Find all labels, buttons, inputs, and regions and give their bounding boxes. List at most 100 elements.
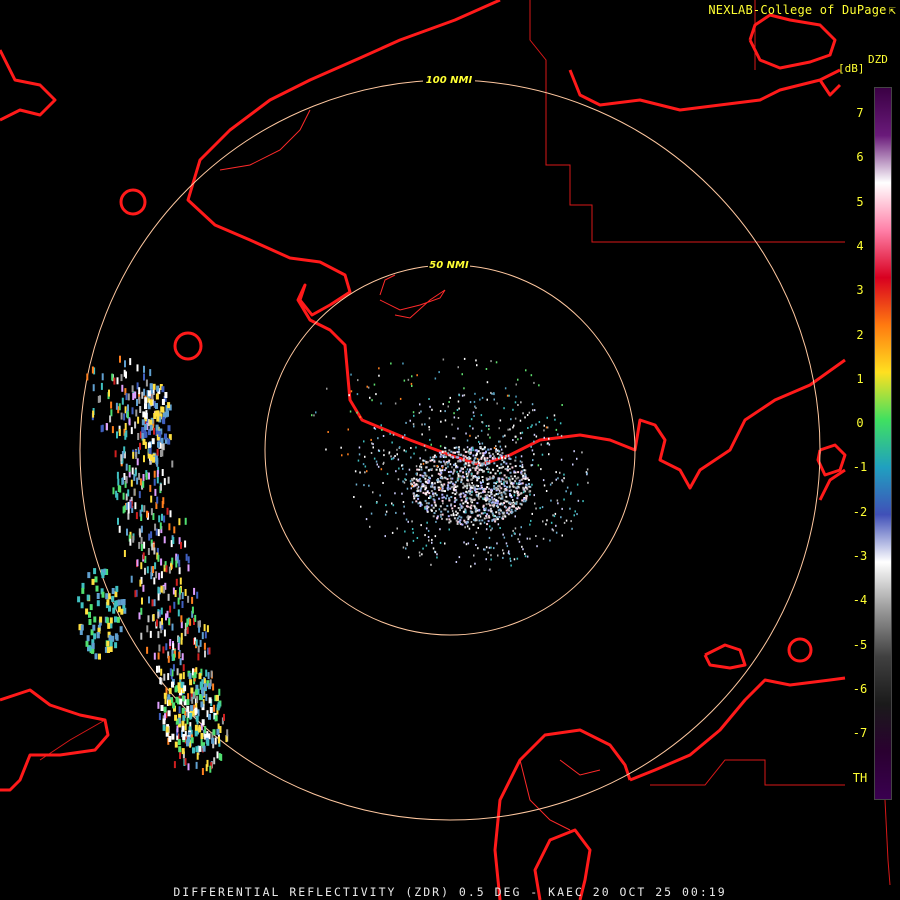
echo-pixel — [490, 493, 492, 496]
echo-pixel — [118, 429, 121, 436]
echo-pixel — [395, 511, 397, 514]
echo-pixel — [127, 512, 130, 520]
echo-pixel — [516, 557, 519, 560]
echo-pixel — [470, 510, 473, 513]
echo-pixel — [436, 465, 438, 467]
echo-pixel — [179, 752, 181, 759]
echo-pixel — [466, 439, 469, 442]
echo-pixel — [556, 499, 559, 502]
echo-pixel — [485, 503, 488, 506]
radar-map[interactable]: 100 NMI 50 NMI — [0, 0, 900, 900]
echo-pixel — [141, 426, 145, 433]
echo-pixel — [473, 400, 476, 403]
echo-pixel — [466, 525, 469, 528]
echo-pixel — [488, 498, 491, 501]
echo-pixel — [418, 468, 421, 471]
echo-pixel — [385, 510, 388, 513]
echo-pixel — [517, 378, 519, 381]
echo-pixel — [168, 687, 172, 694]
echo-pixel — [409, 480, 412, 483]
echo-pixel — [167, 593, 170, 601]
resize-icon[interactable]: ⇱ — [889, 3, 896, 17]
echo-pixel — [142, 439, 146, 445]
echo-pixel — [422, 547, 424, 550]
echo-pixel — [189, 679, 193, 686]
echo-pixel — [157, 593, 160, 601]
echo-pixel — [383, 449, 385, 452]
echo-pixel — [508, 550, 510, 553]
echo-pixel — [541, 453, 544, 456]
echo-pixel — [531, 403, 534, 406]
echo-pixel — [470, 565, 472, 568]
echo-pixel — [425, 481, 427, 484]
echo-pixel — [542, 479, 545, 482]
echo-pixel — [549, 539, 551, 542]
echo-pixel — [502, 552, 505, 555]
echo-pixel — [508, 477, 510, 480]
echo-pixel — [548, 443, 551, 446]
echo-pixel — [561, 507, 563, 510]
echo-pixel — [163, 692, 167, 699]
echo-pixel — [521, 431, 524, 434]
echo-pixel — [184, 540, 187, 548]
echo-pixel — [167, 710, 171, 717]
echo-pixel — [472, 447, 474, 450]
echo-pixel — [505, 462, 508, 465]
echo-pixel — [179, 658, 182, 666]
echo-pixel — [498, 427, 500, 430]
echo-pixel — [136, 559, 139, 567]
echo-pixel — [163, 515, 166, 523]
echo-pixel — [96, 600, 100, 607]
echo-pixel — [163, 586, 166, 594]
echo-pixel — [453, 505, 456, 508]
echo-pixel — [429, 459, 432, 462]
echo-pixel — [326, 387, 328, 390]
echo-pixel — [444, 410, 446, 413]
echo-pixel — [105, 617, 109, 624]
echo-pixel — [438, 480, 441, 483]
echo-pixel — [499, 527, 501, 529]
echo-pixel — [203, 624, 206, 632]
echo-pixel — [443, 469, 446, 472]
echo-pixel — [125, 463, 128, 471]
echo-pixel — [576, 483, 579, 486]
echo-pixel — [435, 520, 437, 523]
echo-pixel — [442, 502, 444, 505]
echo-pixel — [485, 546, 488, 549]
echo-pixel — [415, 446, 417, 449]
echo-pixel — [431, 538, 433, 541]
echo-pixel — [459, 495, 462, 498]
echo-pixel — [217, 702, 221, 709]
echo-pixel — [513, 424, 515, 427]
echo-pixel — [530, 374, 533, 377]
echo-pixel — [570, 491, 572, 494]
echo-pixel — [101, 591, 105, 598]
echo-pixel — [485, 515, 488, 517]
echo-pixel — [359, 416, 361, 418]
colorbar-tick: 5 — [856, 194, 864, 209]
echo-pixel — [440, 476, 443, 479]
echo-pixel — [495, 511, 498, 514]
echo-pixel — [115, 634, 119, 641]
echo-pixel — [478, 475, 480, 478]
echo-pixel — [454, 462, 457, 465]
echo-pixel — [93, 568, 97, 575]
echo-pixel — [174, 590, 177, 597]
echo-pixel — [111, 588, 115, 594]
echo-pixel — [182, 734, 186, 740]
echo-pixel — [475, 452, 478, 455]
echo-pixel — [454, 437, 456, 440]
echo-pixel — [479, 522, 482, 525]
echo-pixel — [132, 393, 135, 400]
echo-pixel — [468, 482, 470, 485]
echo-pixel — [552, 514, 554, 517]
echo-pixel — [515, 395, 517, 398]
echo-pixel — [497, 523, 500, 526]
echo-pixel — [389, 432, 391, 435]
echo-pixel — [522, 491, 525, 494]
echo-pixel — [450, 455, 453, 458]
echo-pixel — [555, 531, 558, 534]
echo-pixel — [127, 393, 130, 401]
echo-pixel — [398, 467, 400, 470]
echo-pixel — [450, 470, 452, 473]
